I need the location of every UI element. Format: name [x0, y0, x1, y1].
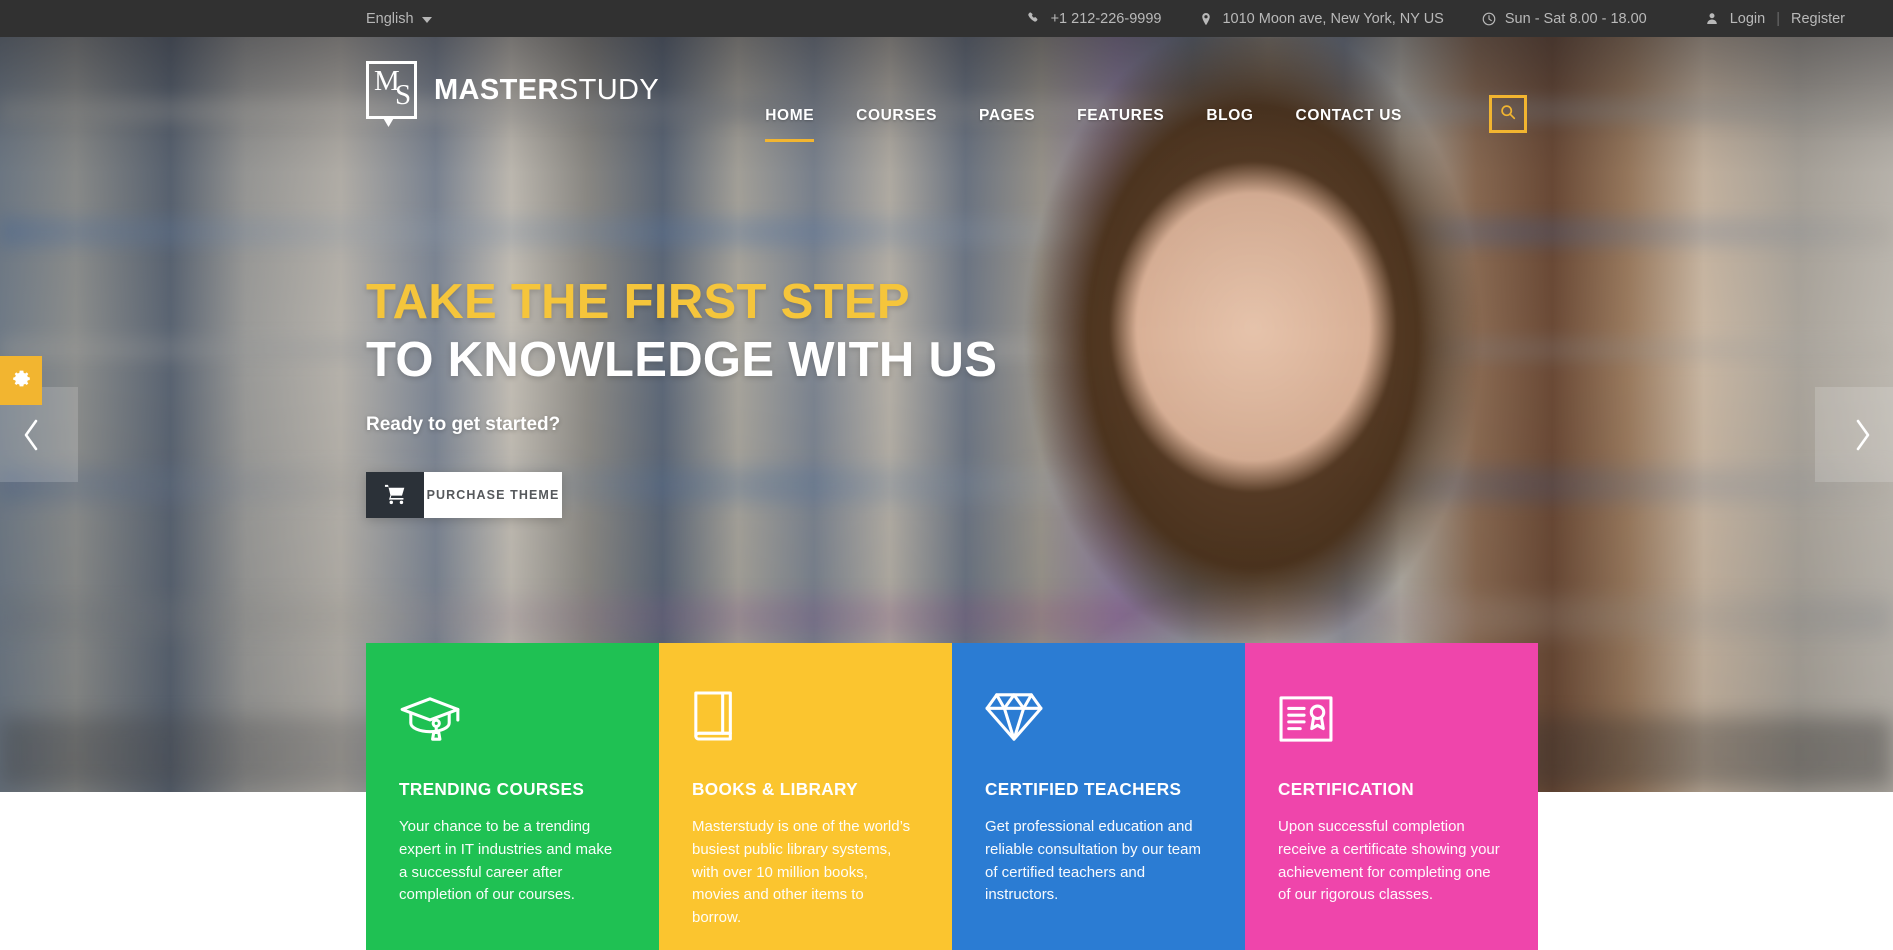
feature-card-certified-teachers[interactable]: CERTIFIED TEACHERS Get professional educ… [952, 643, 1245, 950]
login-link[interactable]: Login [1730, 11, 1765, 27]
top-bar-right: +1 212-226-9999 1010 Moon ave, New York,… [1028, 0, 1893, 37]
user-icon [1705, 11, 1719, 26]
book-icon [692, 685, 916, 743]
map-pin-icon [1199, 11, 1213, 26]
shopping-cart-icon [366, 471, 424, 518]
hero-content: TAKE THE FIRST STEP TO KNOWLEDGE WITH US… [366, 275, 998, 518]
nav-item-blog[interactable]: BLOG [1185, 107, 1274, 125]
auth-links: Login | Register [1705, 11, 1845, 27]
nav-item-features[interactable]: FEATURES [1056, 107, 1185, 125]
hero-title-line-1: TAKE THE FIRST STEP [366, 275, 910, 329]
logo-mark-icon: M S [366, 61, 417, 119]
feature-card-trending-courses[interactable]: TRENDING COURSES Your chance to be a tre… [366, 643, 659, 950]
chevron-down-icon [421, 16, 432, 23]
feature-card-text: Your chance to be a trending expert in I… [399, 818, 613, 904]
chevron-left-icon [21, 418, 41, 452]
nav-item-pages[interactable]: PAGES [958, 107, 1056, 125]
gear-icon [11, 368, 32, 394]
phone-number: +1 212-226-9999 [1050, 10, 1162, 27]
logo-wordmark: MASTERSTUDY [434, 74, 659, 107]
hero-subtitle: Ready to get started? [366, 413, 561, 435]
phone-info[interactable]: +1 212-226-9999 [1028, 10, 1162, 27]
chevron-right-icon [1853, 418, 1873, 452]
slider-next-button[interactable] [1815, 387, 1893, 482]
site-header: M S MASTERSTUDY HOME COURSES PAGES FEATU… [0, 37, 1893, 142]
feature-card-title: BOOKS & LIBRARY [692, 779, 858, 799]
address-text: 1010 Moon ave, New York, NY US [1222, 10, 1444, 27]
certificate-icon [1278, 685, 1502, 743]
site-logo[interactable]: M S MASTERSTUDY [366, 61, 659, 119]
feature-card-title: TRENDING COURSES [399, 779, 585, 799]
nav-item-contact-us[interactable]: CONTACT US [1275, 107, 1423, 125]
feature-card-text: Upon successful completion receive a cer… [1278, 818, 1500, 904]
purchase-theme-label: PURCHASE THEME [426, 487, 560, 502]
diamond-icon [985, 685, 1209, 743]
auth-separator: | [1776, 10, 1780, 27]
feature-cards: TRENDING COURSES Your chance to be a tre… [366, 643, 1538, 950]
address-info[interactable]: 1010 Moon ave, New York, NY US [1199, 10, 1444, 27]
hours-info: Sun - Sat 8.00 - 18.00 [1482, 11, 1647, 27]
nav-item-courses[interactable]: COURSES [835, 107, 958, 125]
feature-card-title: CERTIFICATION [1278, 779, 1414, 799]
feature-card-certification[interactable]: CERTIFICATION Upon successful completion… [1245, 643, 1538, 950]
feature-card-title: CERTIFIED TEACHERS [985, 779, 1182, 799]
slider-settings-button[interactable] [0, 356, 42, 405]
language-selector[interactable]: English [366, 11, 432, 27]
logo-letter-s: S [395, 79, 412, 111]
hero-title-line-2: TO KNOWLEDGE WITH US [366, 333, 998, 388]
feature-card-books-library[interactable]: BOOKS & LIBRARY Masterstudy is one of th… [659, 643, 952, 950]
purchase-theme-button[interactable]: PURCHASE THEME [366, 471, 562, 518]
logo-wordmark-light: STUDY [558, 73, 660, 106]
feature-card-text: Masterstudy is one of the world’s busies… [692, 818, 911, 927]
language-label: English [366, 10, 414, 27]
register-link[interactable]: Register [1791, 11, 1845, 27]
search-button[interactable] [1489, 95, 1527, 133]
feature-card-text: Get professional education and reliable … [985, 818, 1201, 904]
search-icon [1500, 104, 1516, 125]
logo-wordmark-bold: MASTER [434, 73, 559, 106]
clock-icon [1482, 11, 1496, 26]
graduation-cap-icon [399, 685, 623, 743]
main-navigation: HOME COURSES PAGES FEATURES BLOG CONTACT… [744, 107, 1423, 142]
phone-icon [1028, 11, 1042, 26]
hours-text: Sun - Sat 8.00 - 18.00 [1504, 10, 1647, 27]
top-bar: English +1 212-226-9999 1010 Moon ave, N… [0, 0, 1893, 37]
nav-item-home[interactable]: HOME [744, 107, 835, 142]
